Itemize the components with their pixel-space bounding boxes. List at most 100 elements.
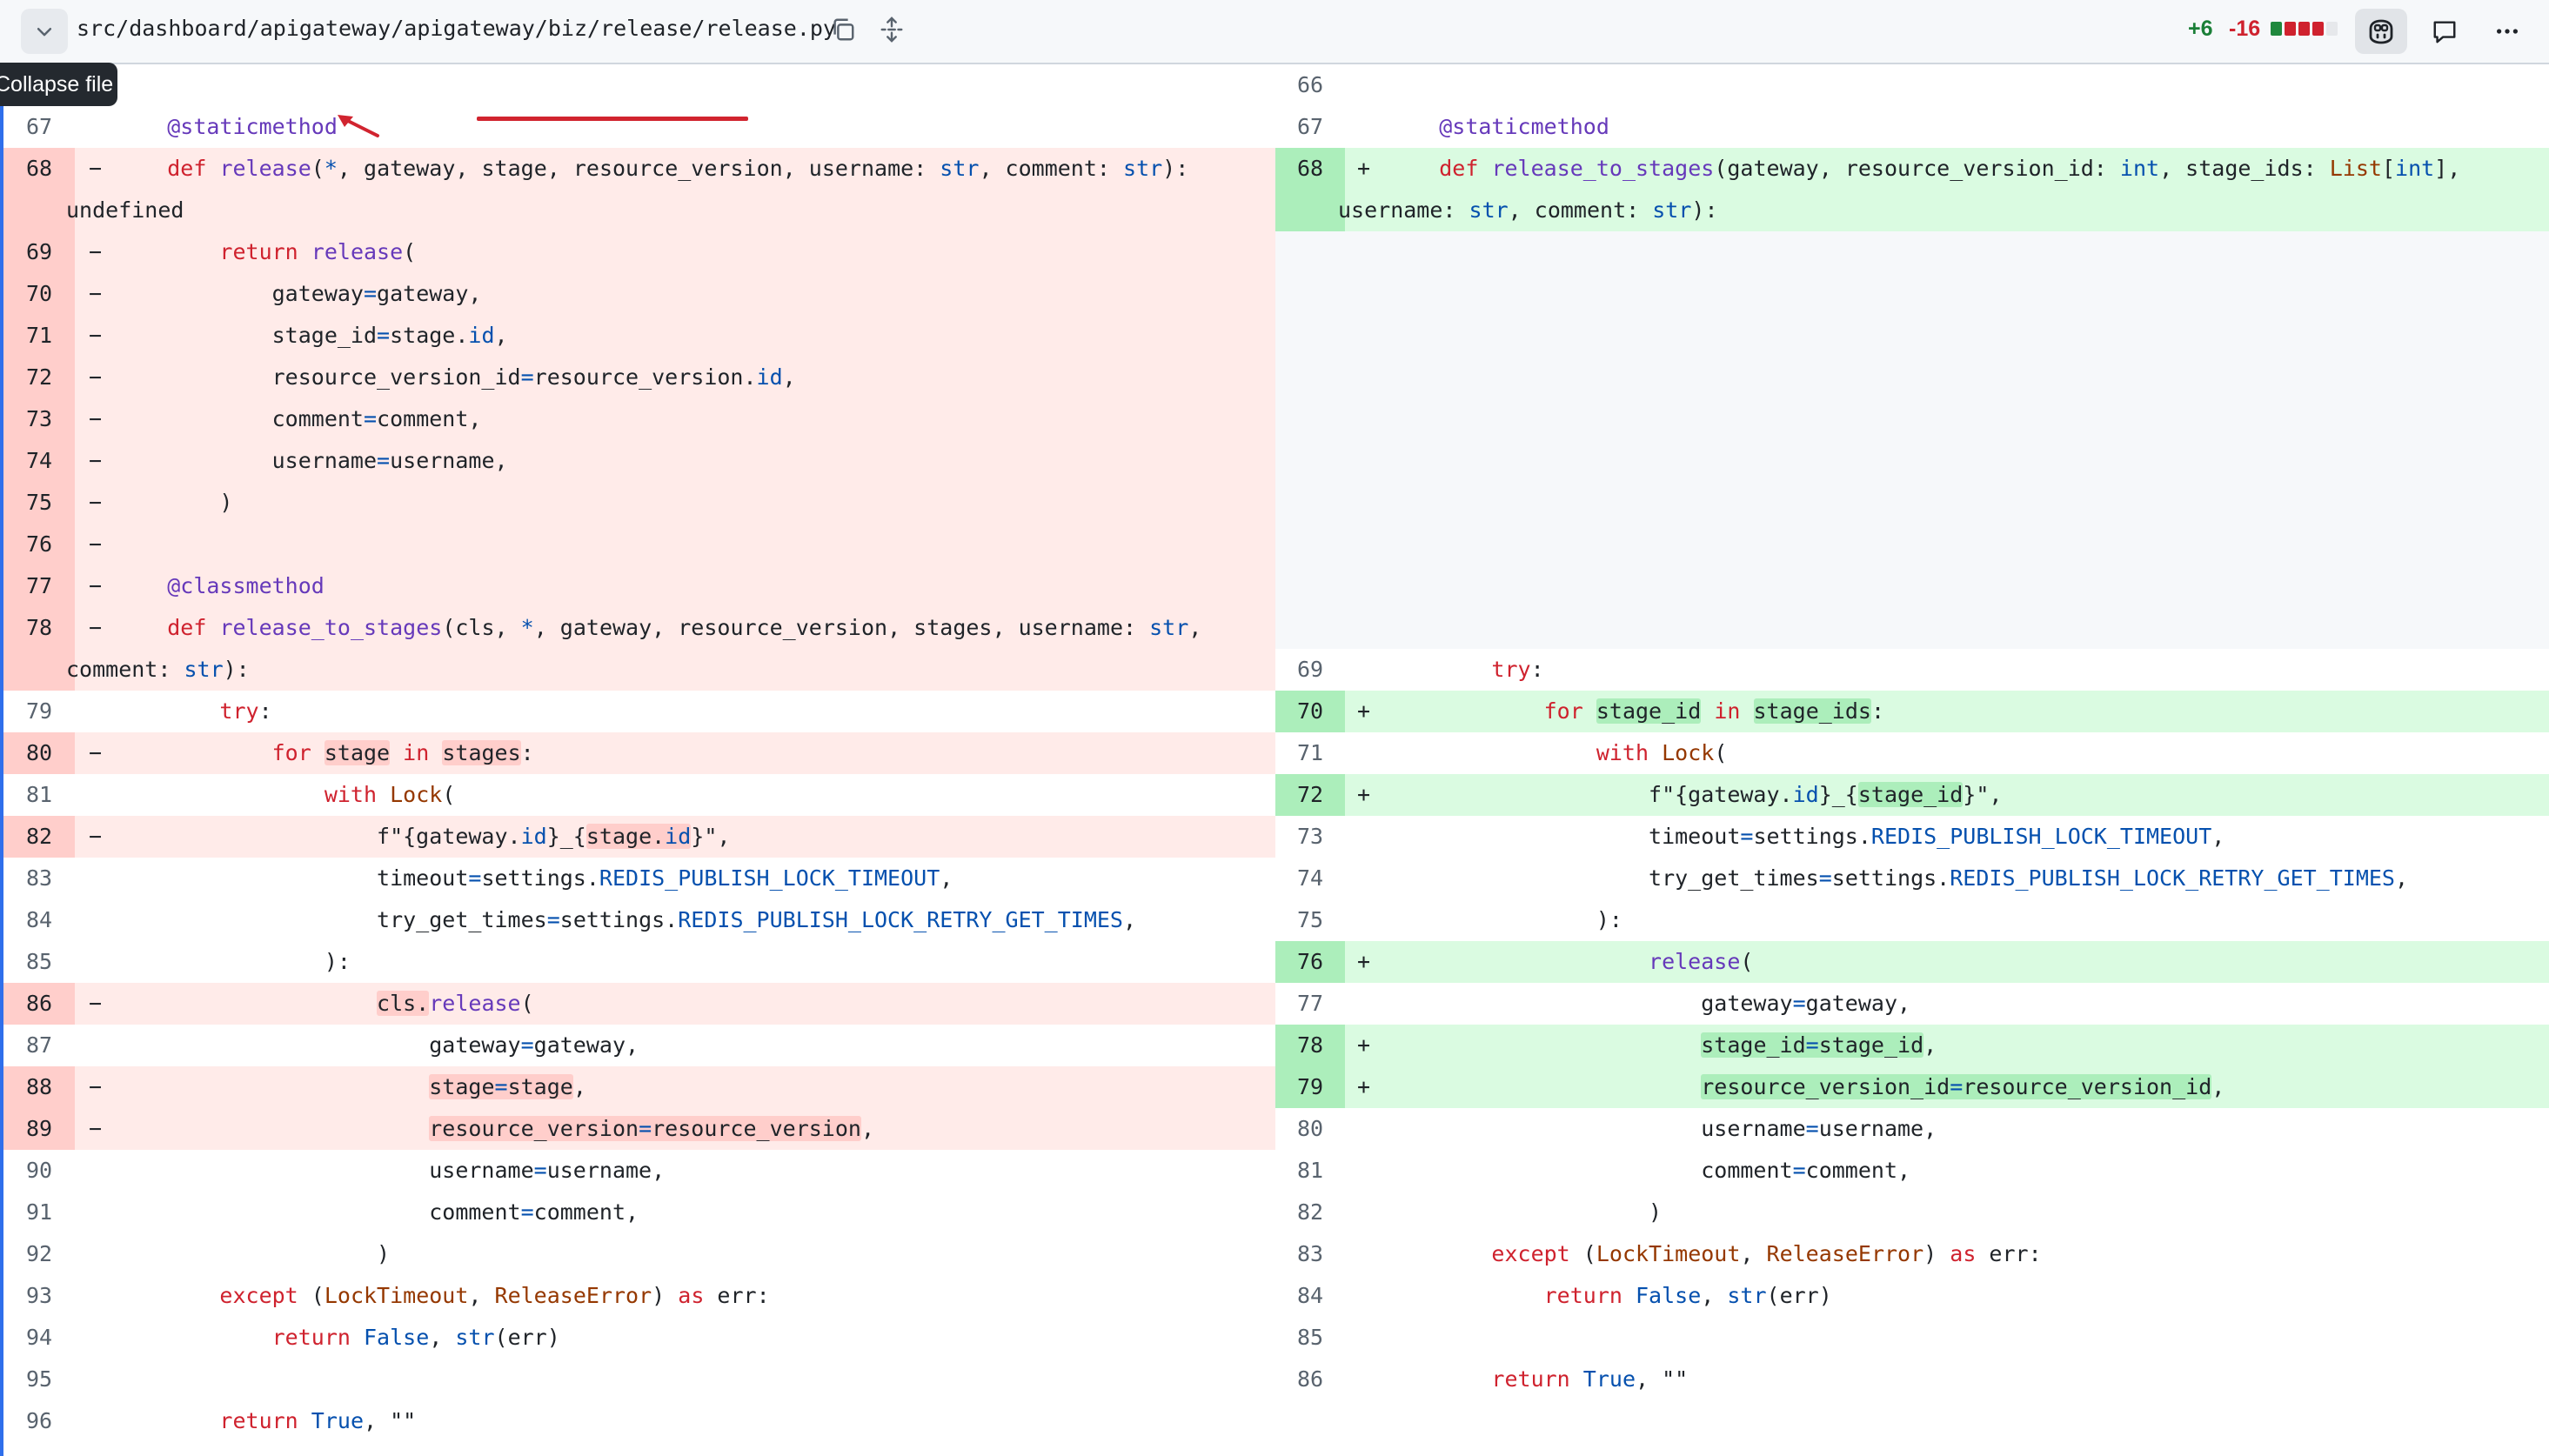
code-text: resource_version_id=resource_version_id, — [1701, 1074, 2225, 1099]
context-line: 67 @staticmethod — [3, 106, 1275, 148]
line-number[interactable]: 80 — [1275, 1108, 1345, 1150]
line-number[interactable]: 80 — [3, 732, 75, 774]
diff-left-pane: 67 @staticmethod 68− def release(*, gatew… — [0, 64, 1275, 1456]
context-line: 92 ) — [3, 1233, 1275, 1275]
line-number[interactable]: 69 — [1275, 649, 1345, 691]
line-number[interactable]: 89 — [3, 1108, 75, 1150]
code-text: for stage in stages: — [271, 740, 534, 765]
copilot-icon — [2369, 19, 2393, 44]
deleted-line: 70− gateway=gateway, — [3, 273, 1275, 315]
line-number[interactable]: 83 — [1275, 1233, 1345, 1275]
code-text: cls.release( — [377, 991, 534, 1016]
line-number[interactable]: 78 — [3, 607, 75, 691]
copy-path-button[interactable] — [824, 10, 862, 49]
line-number[interactable]: 73 — [3, 398, 75, 440]
line-number[interactable]: 94 — [3, 1317, 75, 1359]
line-number[interactable]: 95 — [3, 1359, 75, 1400]
line-number[interactable]: 79 — [3, 691, 75, 732]
line-number[interactable]: 71 — [1275, 732, 1345, 774]
context-line: 95 — [3, 1359, 1275, 1400]
line-number[interactable]: 70 — [1275, 691, 1345, 732]
deleted-line: 78− def release_to_stages(cls, *, gatewa… — [3, 607, 1275, 691]
line-number[interactable]: 82 — [3, 816, 75, 858]
line-number[interactable]: 81 — [3, 774, 75, 816]
context-line: 71 with Lock( — [1275, 732, 2549, 774]
deleted-line: 73− comment=comment, — [3, 398, 1275, 440]
line-number[interactable]: 86 — [1275, 1359, 1345, 1400]
code-text: f"{gateway.id}_{stage.id}", — [115, 824, 731, 849]
file-header: src/dashboard/apigateway/apigateway/biz/… — [0, 0, 2549, 64]
comment-button[interactable] — [2419, 9, 2471, 54]
line-number[interactable]: 85 — [1275, 1317, 1345, 1359]
line-number[interactable]: 71 — [3, 315, 75, 357]
diff-marker: + — [1357, 1074, 1371, 1099]
line-number[interactable]: 82 — [1275, 1192, 1345, 1233]
line-number[interactable]: 76 — [1275, 941, 1345, 983]
context-line: 80 username=username, — [1275, 1108, 2549, 1150]
line-number[interactable]: 73 — [1275, 816, 1345, 858]
line-number[interactable]: 72 — [3, 357, 75, 398]
deleted-line: 74− username=username, — [3, 440, 1275, 482]
empty-gutter — [1275, 231, 1345, 649]
deleted-line: 89− resource_version=resource_version, — [3, 1108, 1275, 1150]
code-text: gateway=gateway, — [115, 281, 482, 306]
more-options-button[interactable] — [2481, 9, 2533, 54]
kebab-horizontal-icon — [2497, 29, 2518, 34]
line-number[interactable]: 86 — [3, 983, 75, 1025]
line-number[interactable]: 75 — [3, 482, 75, 524]
diff-marker: − — [89, 1074, 103, 1099]
line-number[interactable]: 69 — [3, 231, 75, 273]
diffstat-bar — [2271, 22, 2338, 36]
line-number[interactable]: 68 — [1275, 148, 1345, 231]
context-line: 93 except (LockTimeout, ReleaseError) as… — [3, 1275, 1275, 1317]
deletions-count: -16 — [2229, 17, 2261, 41]
file-path[interactable]: src/dashboard/apigateway/apigateway/biz/… — [77, 0, 836, 57]
line-number[interactable]: 93 — [3, 1275, 75, 1317]
line-number[interactable]: 70 — [3, 273, 75, 315]
line-number[interactable]: 83 — [3, 858, 75, 899]
line-number[interactable]: 77 — [3, 565, 75, 607]
line-number[interactable]: 84 — [1275, 1275, 1345, 1317]
line-number[interactable]: 72 — [1275, 774, 1345, 816]
collapse-file-button[interactable] — [21, 9, 68, 54]
line-number[interactable]: 78 — [1275, 1025, 1345, 1066]
code-text: stage=stage, — [429, 1074, 586, 1099]
code-text: stage_id=stage.id, — [115, 323, 508, 348]
line-number[interactable]: 79 — [1275, 1066, 1345, 1108]
copilot-button[interactable] — [2355, 9, 2407, 54]
context-line: 84 return False, str(err) — [1275, 1275, 2549, 1317]
empty-diff-block — [1275, 231, 2549, 649]
code-text: stage_id=stage_id, — [1701, 1032, 1937, 1058]
code-text: return True, "" — [1491, 1366, 1689, 1392]
added-line: 79 + resource_version_id=resource_version… — [1275, 1066, 2549, 1108]
line-number[interactable]: 81 — [1275, 1150, 1345, 1192]
line-number[interactable]: 74 — [1275, 858, 1345, 899]
expand-all-button[interactable] — [873, 10, 911, 49]
line-number[interactable]: 68 — [3, 148, 75, 231]
line-number[interactable]: 77 — [1275, 983, 1345, 1025]
line-number[interactable]: 66 — [1275, 64, 1345, 106]
line-number[interactable]: 96 — [3, 1400, 75, 1442]
line-number[interactable]: 88 — [3, 1066, 75, 1108]
line-number[interactable]: 87 — [3, 1025, 75, 1066]
line-number[interactable]: 92 — [3, 1233, 75, 1275]
line-number[interactable]: 85 — [3, 941, 75, 983]
code-text: username=username, — [115, 1158, 666, 1183]
code-text: ) — [1387, 1199, 1663, 1225]
line-number[interactable]: 90 — [3, 1150, 75, 1192]
line-number[interactable]: 67 — [1275, 106, 1345, 148]
split-diff: 67 @staticmethod 68− def release(*, gatew… — [0, 64, 2549, 1456]
context-line: 79 try: — [3, 691, 1275, 732]
line-number[interactable]: 74 — [3, 440, 75, 482]
diff-marker: − — [89, 323, 103, 348]
line-number[interactable]: 91 — [3, 1192, 75, 1233]
added-line: 78 + stage_id=stage_id, — [1275, 1025, 2549, 1066]
line-number[interactable]: 76 — [3, 524, 75, 565]
code-text: @staticmethod — [1439, 114, 1609, 139]
line-number[interactable]: 75 — [1275, 899, 1345, 941]
line-number[interactable]: 67 — [3, 106, 75, 148]
code-text: resource_version_id=resource_version.id, — [115, 364, 796, 390]
context-line: 94 return False, str(err) — [3, 1317, 1275, 1359]
line-number[interactable]: 84 — [3, 899, 75, 941]
context-line: 86 return True, "" — [1275, 1359, 2549, 1400]
